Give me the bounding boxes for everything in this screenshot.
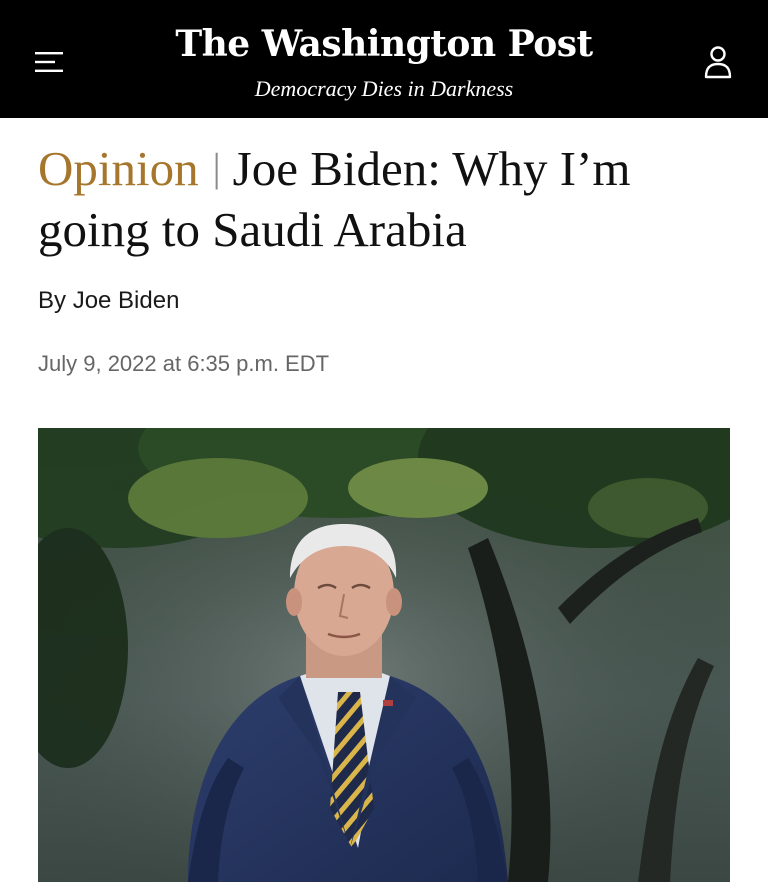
site-logo[interactable]: The Washington Post bbox=[0, 20, 768, 68]
lead-image-illustration bbox=[38, 428, 730, 882]
kicker-separator: | bbox=[212, 145, 221, 190]
site-header: The Washington Post Democracy Dies in Da… bbox=[0, 0, 768, 118]
account-button[interactable] bbox=[696, 40, 740, 84]
author-link[interactable]: Joe Biden bbox=[73, 287, 180, 314]
article-headline: Opinion | Joe Biden: Why I’m going to Saud… bbox=[38, 140, 738, 259]
publish-timestamp: July 9, 2022 at 6:35 p.m. EDT bbox=[38, 351, 330, 376]
opinion-kicker[interactable]: Opinion bbox=[38, 141, 199, 196]
byline-prefix: By bbox=[38, 287, 67, 314]
site-tagline: Democracy Dies in Darkness bbox=[254, 76, 514, 101]
lead-image[interactable] bbox=[38, 428, 730, 882]
user-account-icon bbox=[704, 46, 732, 79]
byline: By Joe Biden bbox=[38, 287, 179, 315]
masthead: The Washington Post Democracy Dies in Da… bbox=[0, 20, 768, 104]
